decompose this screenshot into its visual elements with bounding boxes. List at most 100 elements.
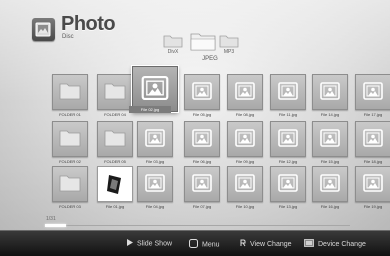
grid-photo-item[interactable]: File 14.jpg [312,74,348,117]
grid-item-label: File 04.jpg [145,204,165,209]
grid-item-label: File 11.jpg [278,112,298,117]
photo-icon [320,174,340,192]
folder-icon [59,175,81,192]
folder-icon [163,35,183,48]
photo-icon [320,129,340,147]
grid-folder-item[interactable]: FOLDER 02 [52,121,88,164]
footer-bar: Slide Show Menu View Change Device Chang… [0,230,390,256]
grid-item-label: File 09.jpg [235,159,255,164]
photo-icon [363,174,383,192]
grid-photo-item[interactable]: File 11.jpg [270,74,306,117]
grid-item-label: File 15.jpg [320,159,340,164]
photo-icon [235,174,255,192]
photo-icon [278,129,298,147]
grid-item-label: File 13.jpg [278,204,298,209]
view-change-label: View Change [250,240,292,248]
photo-icon [278,82,298,100]
grid-photo-item[interactable]: File 19.jpg [355,166,390,209]
play-icon [127,239,133,248]
grid-item-label: File 07.jpg [192,204,212,209]
grid-folder-item[interactable]: FOLDER 03 [52,166,88,209]
top-folder-current[interactable] [190,31,216,51]
slideshow-label: Slide Show [137,240,173,248]
photo-icon [278,174,298,192]
grid-folder-item[interactable]: FOLDER 04 [97,74,133,117]
photo-thumbnail-icon [104,172,126,196]
photo-icon [320,82,340,100]
photo-icon [363,82,383,100]
footer-divider [0,230,390,231]
top-folder-mp3[interactable]: MP3 [219,34,239,55]
grid-photo-item[interactable]: File 10.jpg [227,166,263,209]
page-subtitle: Disc [62,34,74,40]
current-folder-label: JPEG [202,56,218,62]
grid-item-label: FOLDER 02 [59,159,81,164]
grid-item-label: File 17.jpg [363,112,383,117]
grid-photo-item[interactable]: File 01.jpg [97,166,133,209]
photo-icon [192,174,212,192]
grid-item-label: File 18.jpg [363,159,383,164]
menu-label: Menu [202,241,220,249]
top-folder-label: MP3 [223,49,235,55]
folder-icon [104,130,126,147]
grid-item-label: File 02.jpg [129,106,171,113]
photo-icon [235,129,255,147]
grid-photo-item[interactable]: File 13.jpg [270,166,306,209]
grid-item-label: File 05.jpg [192,112,212,117]
grid-photo-item[interactable]: File 02.jpg [129,66,178,113]
grid-photo-item[interactable]: File 09.jpg [227,121,263,164]
grid-photo-item[interactable]: File 08.jpg [227,74,263,117]
grid-item-label: File 06.jpg [192,159,212,164]
grid-item-label: File 08.jpg [235,112,255,117]
photo-icon [235,82,255,100]
page-scrollbar-thumb[interactable] [45,224,67,227]
folder-icon [59,130,81,147]
device-icon [304,239,314,249]
folder-icon [59,83,81,100]
view-change-hint[interactable]: View Change [240,239,292,249]
photo-icon [192,82,212,100]
grid-photo-item[interactable]: File 15.jpg [312,121,348,164]
photo-browser-screen: Photo Disc DivX MP3 JPEG FOLDER 01 FOLDER… [0,0,390,256]
device-change-hint[interactable]: Device Change [304,239,366,249]
top-folder-divx[interactable]: DivX [163,34,183,55]
photo-icon [192,129,212,147]
grid-photo-item[interactable]: File 05.jpg [184,74,220,117]
grid-item-label: FOLDER 05 [104,159,126,164]
grid-folder-item[interactable]: FOLDER 01 [52,74,88,117]
folder-icon [219,35,239,48]
grid-item-label: File 19.jpg [363,204,383,209]
grid-item-label: FOLDER 01 [59,112,81,117]
slideshow-hint[interactable]: Slide Show [127,239,172,248]
photo-icon [145,129,165,147]
grid-item-label: File 16.jpg [320,204,340,209]
page-indicator: 1/31 [46,216,56,222]
grid-photo-item[interactable]: File 07.jpg [184,166,220,209]
grid-item-label: File 10.jpg [235,204,255,209]
grid-photo-item[interactable]: File 12.jpg [270,121,306,164]
top-folder-label: DivX [167,49,179,55]
page-scrollbar[interactable] [45,224,350,227]
photo-icon [141,76,169,100]
grid-folder-item[interactable]: FOLDER 05 [97,121,133,164]
folder-open-icon [190,33,216,51]
grid-item-label: File 12.jpg [278,159,298,164]
grid-photo-item[interactable]: File 18.jpg [355,121,390,164]
grid-item-label: File 14.jpg [320,112,340,117]
grid-photo-item[interactable]: File 17.jpg [355,74,390,117]
photo-icon [145,174,165,192]
grid-photo-item[interactable]: File 16.jpg [312,166,348,209]
grid-photo-item[interactable]: File 06.jpg [184,121,220,164]
folder-icon [104,83,126,100]
page-title: Photo [61,13,116,35]
menu-hint[interactable]: Menu [189,239,220,250]
view-change-icon [240,239,246,249]
grid-photo-item[interactable]: File 04.jpg [137,166,173,209]
grid-item-label: File 03.jpg [145,159,165,164]
grid-photo-item[interactable]: File 03.jpg [137,121,173,164]
grid-item-label: File 01.jpg [105,204,125,209]
photo-icon [363,129,383,147]
grid-item-label: FOLDER 03 [59,204,81,209]
menu-button-icon [189,239,198,250]
device-change-label: Device Change [318,240,366,248]
